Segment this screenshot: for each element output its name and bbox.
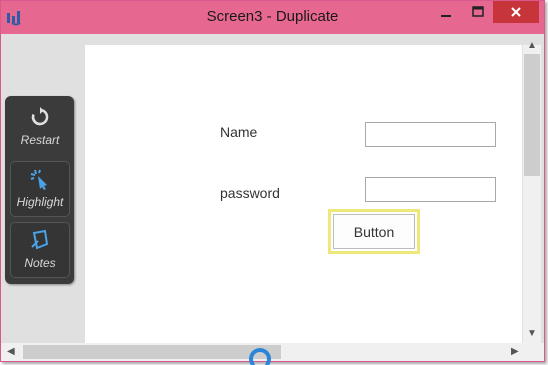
maximize-button[interactable] xyxy=(463,1,493,23)
highlight-icon xyxy=(30,169,47,190)
close-icon xyxy=(511,7,521,17)
notes-label: Notes xyxy=(24,256,56,270)
vertical-scroll-thumb[interactable] xyxy=(524,54,540,176)
button-label: Button xyxy=(333,214,415,249)
password-input[interactable] xyxy=(365,177,496,202)
name-input[interactable] xyxy=(365,122,496,147)
title-bar[interactable]: Screen3 - Duplicate xyxy=(1,1,544,34)
submit-button[interactable]: Button xyxy=(328,209,420,254)
scroll-right-arrow[interactable]: ▶ xyxy=(511,347,519,357)
scroll-left-arrow[interactable]: ◀ xyxy=(7,347,15,357)
screen-canvas: Name password xyxy=(85,45,522,343)
content-area: Name password Restart Highlight Notes xyxy=(1,34,544,343)
password-label: password xyxy=(220,185,280,201)
restart-label: Restart xyxy=(20,133,60,147)
close-button[interactable] xyxy=(493,1,539,23)
horizontal-scroll-thumb[interactable] xyxy=(23,345,281,359)
restart-tool[interactable]: Restart xyxy=(10,100,70,156)
floating-toolbar: Restart Highlight Notes xyxy=(5,96,74,284)
maximize-icon xyxy=(472,6,484,17)
notes-icon xyxy=(31,229,49,250)
scroll-down-arrow[interactable]: ▼ xyxy=(527,329,537,339)
loading-spinner-icon xyxy=(249,348,271,365)
app-window: Screen3 - Duplicate Name password Restar… xyxy=(0,0,545,362)
highlight-tool[interactable]: Highlight xyxy=(10,161,70,217)
highlight-label: Highlight xyxy=(16,195,64,209)
restart-icon xyxy=(31,107,49,126)
minimize-button[interactable] xyxy=(429,1,463,23)
scroll-up-arrow[interactable]: ▲ xyxy=(527,41,537,51)
notes-tool[interactable]: Notes xyxy=(10,222,70,278)
name-label: Name xyxy=(220,124,258,140)
minimize-icon xyxy=(441,15,451,17)
